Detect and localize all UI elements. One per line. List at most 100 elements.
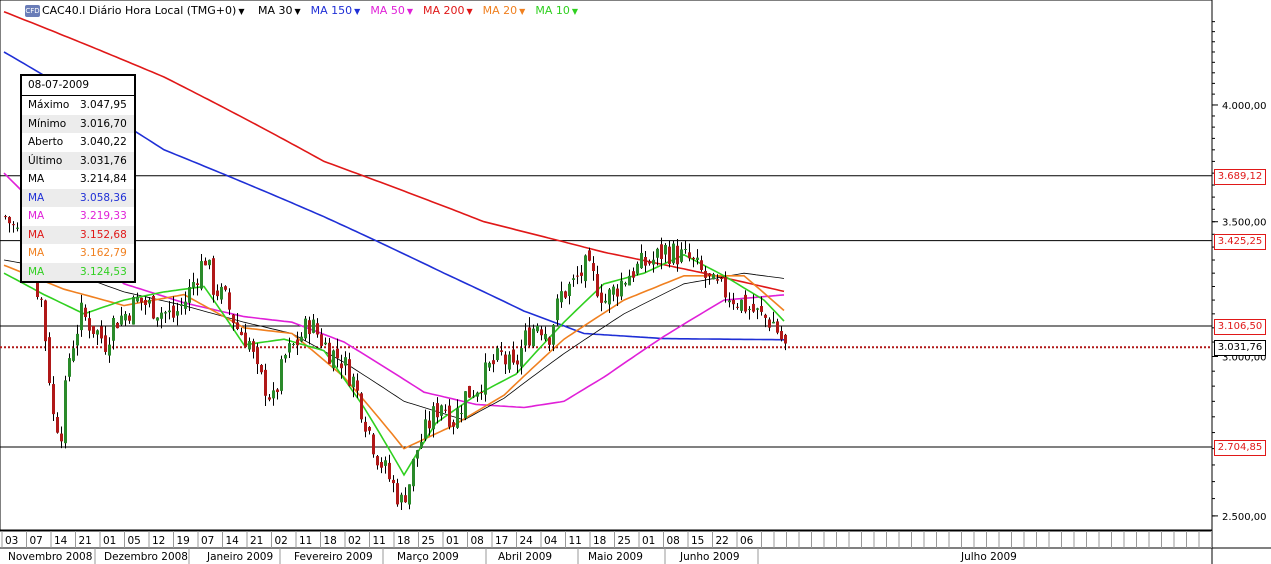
- candle-body: [768, 319, 771, 328]
- chevron-down-icon[interactable]: ▼: [354, 7, 360, 16]
- candle: [380, 457, 383, 474]
- chart-legend: CAC40.I Diário Hora Local (TMG+0) ▼ MA 30…: [28, 4, 588, 17]
- candle-body: [84, 307, 87, 318]
- candle-body: [572, 278, 575, 280]
- candle: [508, 351, 511, 373]
- data-window-value: 3.214,84: [80, 173, 127, 185]
- candle-body: [348, 359, 351, 386]
- candle: [112, 315, 115, 350]
- chevron-down-icon[interactable]: ▼: [519, 7, 525, 16]
- candle: [96, 329, 99, 346]
- x-tick-label: 02: [275, 535, 288, 547]
- candle-body: [232, 314, 235, 323]
- candle: [408, 484, 411, 510]
- candle-body: [144, 299, 147, 305]
- candle-body: [356, 380, 359, 391]
- candle-body: [532, 328, 535, 347]
- candle: [204, 257, 207, 266]
- x-tick-label: 22: [716, 535, 729, 547]
- candle: [512, 341, 515, 365]
- candle: [116, 322, 119, 329]
- candle: [256, 343, 259, 375]
- x-tick-label: 14: [226, 535, 240, 547]
- legend-ma50[interactable]: MA 50 ▼: [370, 4, 413, 17]
- candle-body: [564, 291, 567, 298]
- x-tick-label: 14: [54, 535, 68, 547]
- candle-body: [344, 357, 347, 366]
- data-window-key: MA: [28, 191, 45, 204]
- candle-body: [520, 348, 523, 367]
- candle: [744, 290, 747, 314]
- x-tick-label: 17: [495, 535, 508, 547]
- candle: [668, 240, 671, 268]
- plot-frame: [0, 0, 1213, 531]
- candle: [140, 297, 143, 311]
- candle-body: [116, 322, 119, 329]
- candle-body: [120, 315, 123, 325]
- candle: [772, 311, 775, 324]
- candle-body: [412, 459, 415, 487]
- candle-body: [528, 327, 531, 346]
- candle-body: [748, 308, 751, 310]
- candle-body: [360, 393, 363, 420]
- candle: [576, 266, 579, 285]
- candle: [16, 222, 19, 232]
- legend-label: MA 50: [370, 4, 405, 17]
- candle: [188, 279, 191, 312]
- x-tick-label: 08: [667, 535, 680, 547]
- month-label: Janeiro 2009: [206, 551, 273, 563]
- data-window: 08-07-2009 Máximo 3.047,95 Mínimo 3.016,70 A…: [20, 74, 136, 283]
- candle: [200, 254, 203, 291]
- chevron-down-icon[interactable]: ▼: [467, 7, 473, 16]
- candle: [88, 310, 91, 339]
- data-window-value: 3.031,76: [80, 154, 127, 167]
- legend-ma30[interactable]: MA 30 ▼: [258, 4, 301, 17]
- data-window-date: 08-07-2009: [22, 76, 134, 96]
- candle: [424, 409, 427, 442]
- candle: [360, 392, 363, 423]
- candle-body: [640, 252, 643, 269]
- legend-ma150[interactable]: MA 150 ▼: [311, 4, 361, 17]
- price-chart[interactable]: 4.000,003.500,003.000,002.500,0003 07 14 21…: [0, 0, 1271, 564]
- candle-body: [68, 358, 71, 377]
- candle-body: [40, 298, 43, 300]
- candle-body: [596, 274, 599, 297]
- candle-body: [192, 281, 195, 288]
- candle: [448, 399, 451, 430]
- candle: [268, 393, 271, 402]
- x-tick-label: 12: [152, 535, 165, 547]
- candle: [100, 320, 103, 344]
- candle-body: [480, 391, 483, 393]
- chevron-down-icon[interactable]: ▼: [238, 7, 244, 16]
- legend-ma20[interactable]: MA 20 ▼: [483, 4, 526, 17]
- candle-body: [684, 248, 687, 250]
- legend-ma200[interactable]: MA 200 ▼: [423, 4, 473, 17]
- candle-body: [756, 308, 759, 310]
- legend-ma10[interactable]: MA 10 ▼: [535, 4, 578, 17]
- candle: [396, 478, 399, 507]
- candle-body: [404, 495, 407, 503]
- x-tick-label: 01: [446, 535, 459, 547]
- data-window-key: Último: [28, 154, 63, 167]
- chevron-down-icon[interactable]: ▼: [294, 7, 300, 16]
- legend-label: MA 20: [482, 4, 518, 17]
- symbol-label[interactable]: CAC40.I Diário Hora Local (TMG+0) ▼: [42, 4, 244, 17]
- ma20-line: [3, 264, 785, 450]
- candle-body: [708, 273, 711, 276]
- chevron-down-icon[interactable]: ▼: [407, 7, 413, 16]
- candle: [12, 221, 15, 233]
- candle: [348, 352, 351, 387]
- candle-body: [512, 349, 515, 363]
- candle-body: [452, 422, 455, 427]
- candle: [564, 290, 567, 299]
- ma30-line: [3, 259, 785, 421]
- chevron-down-icon[interactable]: ▼: [572, 7, 578, 16]
- candle: [572, 274, 575, 287]
- candle-body: [720, 278, 723, 280]
- candle: [80, 294, 83, 337]
- candle-body: [216, 290, 219, 297]
- candle-body: [48, 337, 51, 384]
- candle-body: [100, 326, 103, 339]
- legend-label: MA 200: [422, 4, 465, 17]
- candle-body: [164, 312, 167, 314]
